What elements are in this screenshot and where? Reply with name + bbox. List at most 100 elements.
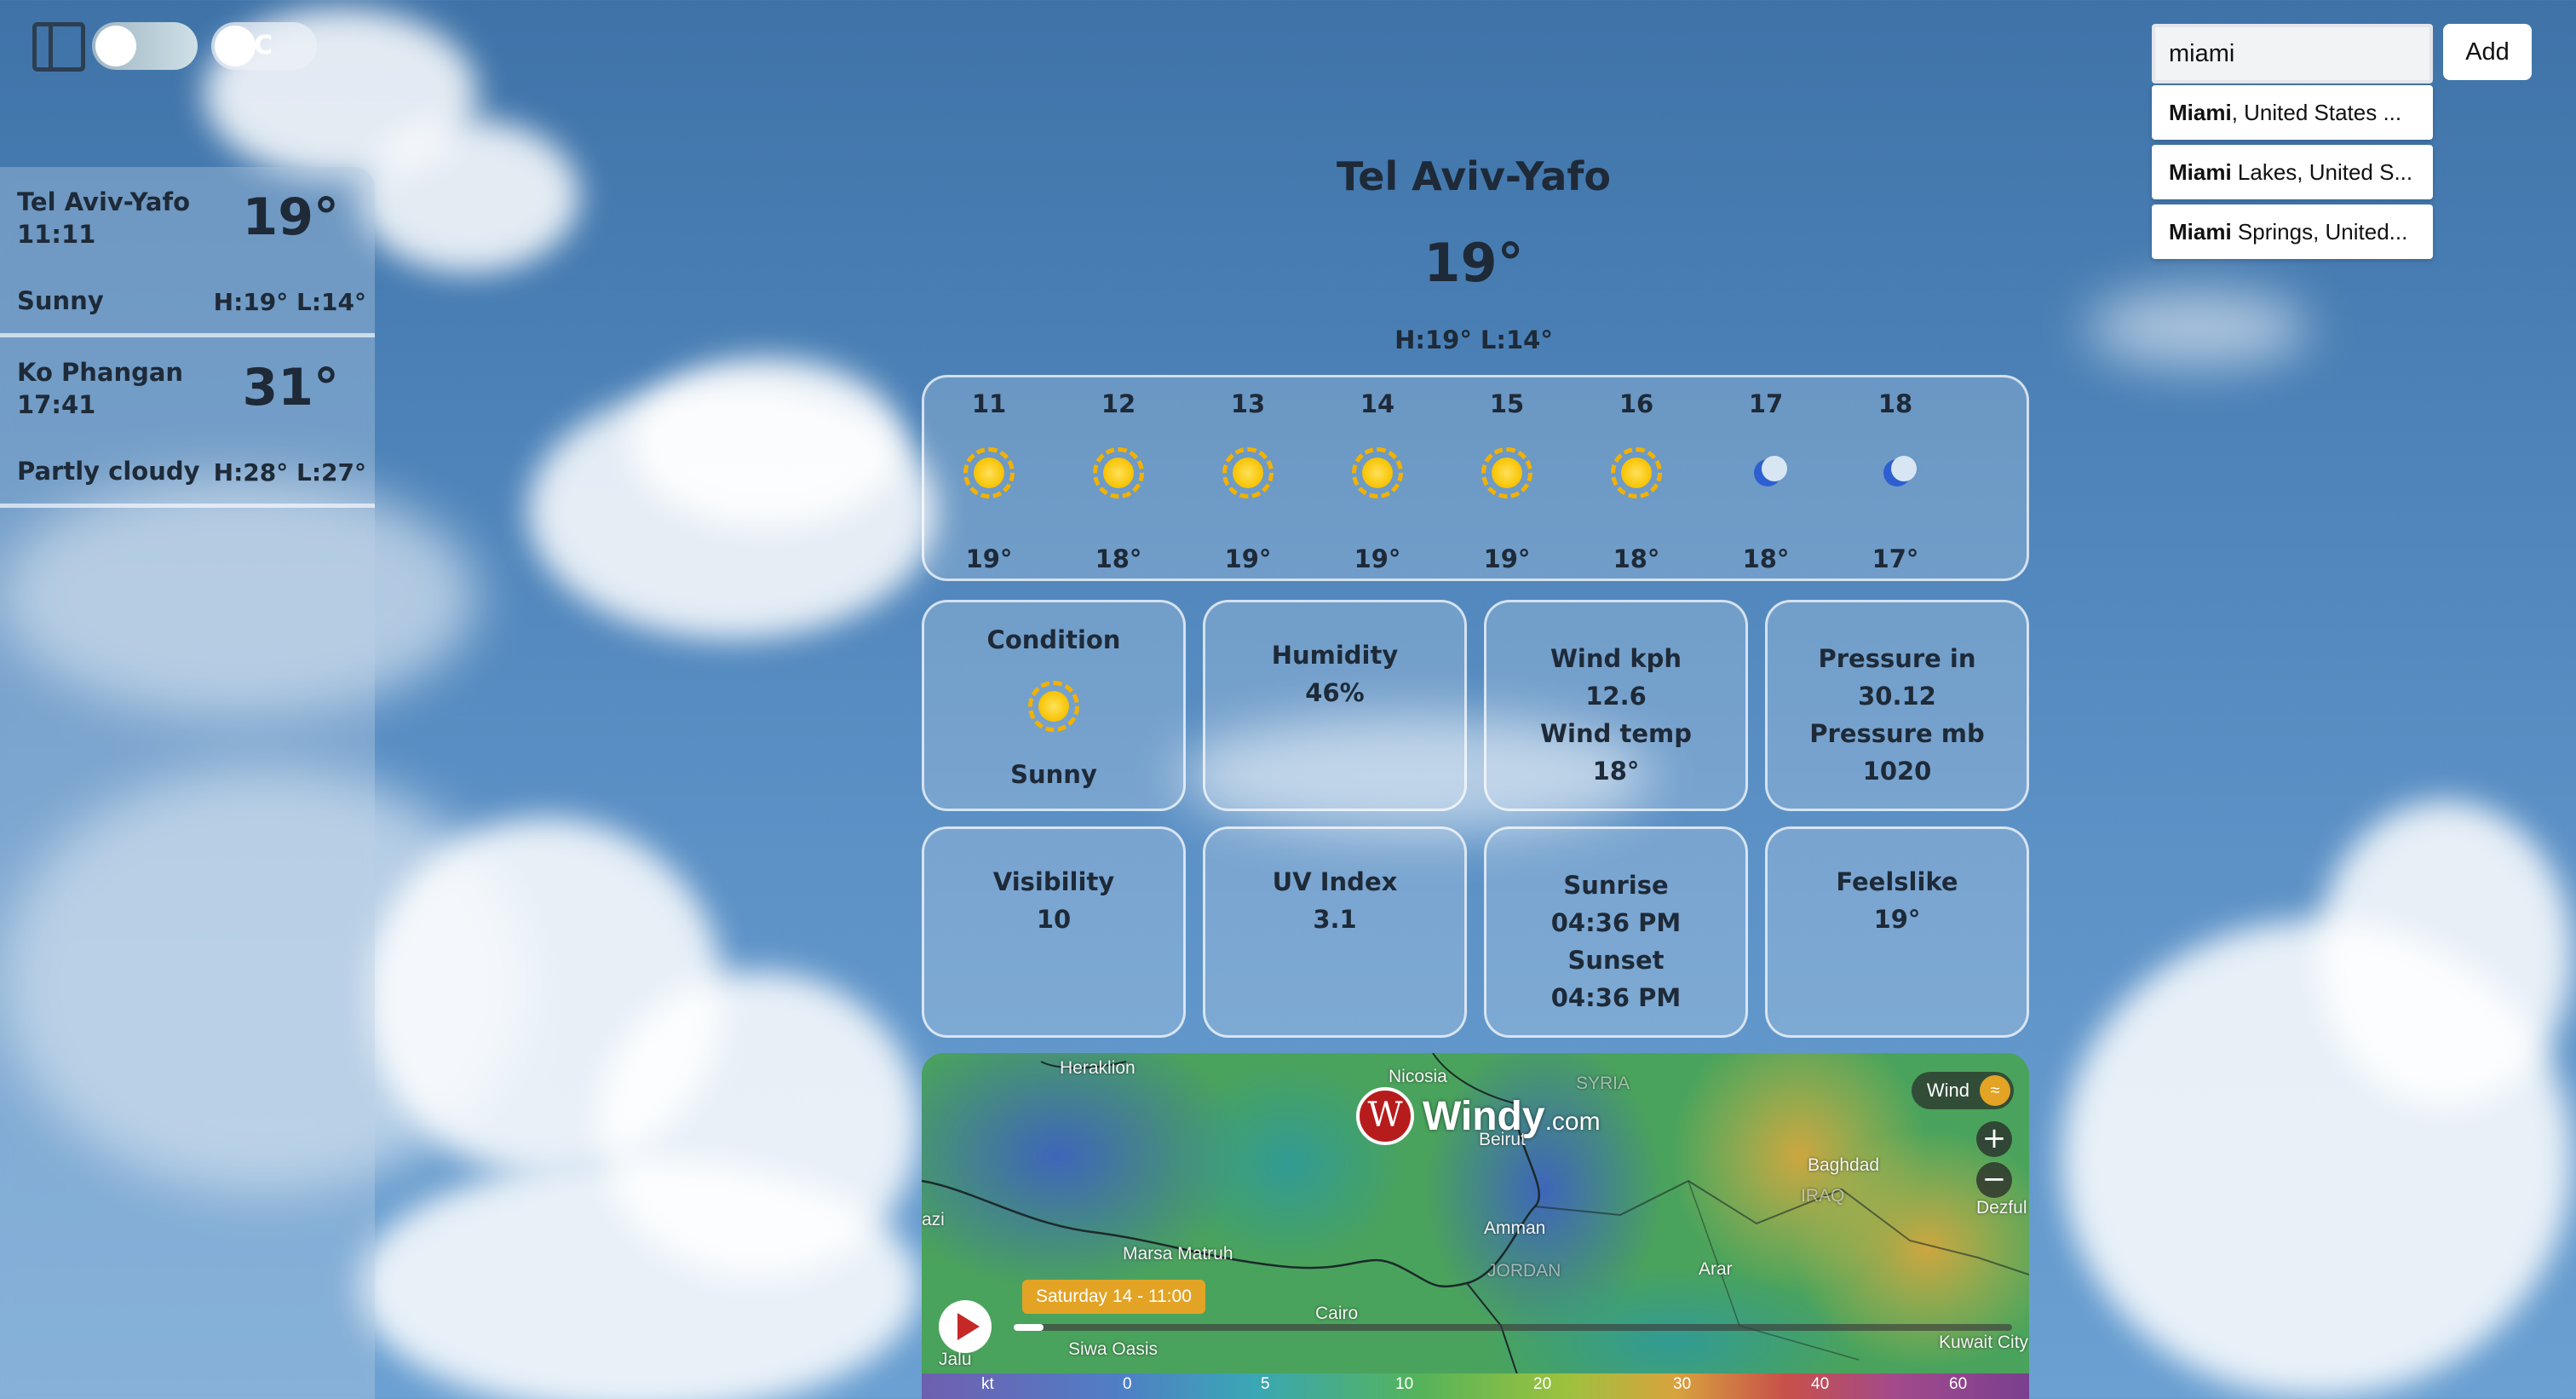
theme-toggle[interactable]: [92, 22, 198, 70]
hour-temp: 19°: [965, 544, 1013, 573]
wind-value: 12.6: [1585, 682, 1647, 711]
city-condition: Sunny: [17, 286, 104, 315]
timeline-progress: [1014, 1324, 1044, 1331]
city-card-ko-phangan[interactable]: Ko Phangan 17:41 31° Partly cloudy H:28°…: [0, 337, 375, 508]
scale-tick: 60: [1949, 1375, 1968, 1393]
map-place-label: Kuwait City: [1939, 1333, 2029, 1352]
hour-label: 16: [1619, 389, 1654, 418]
timeline-slider[interactable]: [1014, 1324, 2012, 1331]
layer-label: Wind: [1926, 1079, 1969, 1101]
hour-item: 14 19°: [1313, 377, 1442, 584]
sun-icon: [1028, 681, 1079, 732]
scale-tick: 30: [1673, 1375, 1692, 1393]
hour-item: 17 18°: [1701, 377, 1831, 584]
sun-icon: [963, 447, 1015, 498]
hour-temp: 19°: [1483, 544, 1531, 573]
map-place-label: Amman: [1484, 1218, 1546, 1238]
visibility-tile: Visibility 10: [922, 826, 1186, 1038]
zoom-in-button[interactable]: +: [1976, 1121, 2012, 1157]
sunset-value: 04:36 PM: [1550, 983, 1682, 1012]
scale-tick: 5: [1261, 1375, 1270, 1393]
sun-icon: [1611, 447, 1662, 498]
sun-icon: [1481, 447, 1532, 498]
hour-label: 14: [1360, 389, 1395, 418]
search-suggestion[interactable]: Miami Springs, United...: [2152, 204, 2433, 259]
sunrise-value: 04:36 PM: [1550, 908, 1682, 937]
city-temp: 19°: [242, 187, 340, 247]
map-place-label: Arar: [1699, 1259, 1733, 1279]
current-city-title: Tel Aviv-Yafo: [1336, 153, 1612, 199]
wind-scale-legend: kt 0 5 10 20 30 40 60: [922, 1373, 2029, 1399]
hour-item: 13 19°: [1183, 377, 1313, 584]
city-high-low: H:19° L:14°: [213, 288, 366, 316]
condition-value: Sunny: [1010, 760, 1097, 789]
moon-icon: [1740, 447, 1791, 498]
visibility-value: 10: [1036, 905, 1072, 934]
hour-item: 18 17°: [1831, 377, 1960, 584]
windy-logo-icon: W: [1356, 1087, 1414, 1145]
current-temp: 19°: [1423, 232, 1524, 294]
map-place-label: Heraklion: [1060, 1058, 1136, 1078]
uv-index-tile: UV Index 3.1: [1203, 826, 1467, 1038]
add-city-button[interactable]: Add: [2443, 24, 2532, 80]
city-name: Ko Phangan: [17, 358, 184, 387]
hour-temp: 17°: [1872, 544, 1919, 573]
sun-icon: [1093, 447, 1144, 498]
hour-label: 18: [1877, 389, 1913, 418]
pressure-in-value: 30.12: [1858, 682, 1936, 711]
map-place-label: azi: [922, 1210, 945, 1229]
feelslike-tile: Feelslike 19°: [1765, 826, 2029, 1038]
uv-index-value: 3.1: [1313, 905, 1357, 934]
condition-tile: Condition Sunny: [922, 600, 1186, 811]
hour-item: 11 19°: [924, 377, 1054, 584]
humidity-value: 46%: [1305, 678, 1365, 707]
timeline-time-label: Saturday 14 - 11:00: [1022, 1280, 1205, 1314]
scale-tick: 20: [1533, 1375, 1552, 1393]
humidity-tile: Humidity 46%: [1203, 600, 1467, 811]
map-place-label: JORDAN: [1487, 1261, 1561, 1281]
pressure-in-label: Pressure in: [1818, 644, 1976, 673]
hour-label: 11: [971, 389, 1007, 418]
saved-cities-sidebar: Tel Aviv-Yafo 11:11 19° Sunny H:19° L:14…: [0, 167, 375, 1399]
scale-unit: kt: [981, 1375, 994, 1393]
pressure-mb-label: Pressure mb: [1809, 719, 1985, 748]
city-search-input[interactable]: [2152, 24, 2433, 83]
map-place-label: Dezful: [1976, 1198, 2027, 1218]
hour-item: 16 18°: [1572, 377, 1701, 584]
visibility-label: Visibility: [992, 867, 1115, 896]
scale-tick: 40: [1811, 1375, 1830, 1393]
unit-toggle[interactable]: C: [211, 22, 317, 70]
play-button[interactable]: [939, 1300, 992, 1353]
hour-item: 12 18°: [1054, 377, 1183, 584]
city-local-time: 11:11: [17, 220, 96, 249]
unit-label: C: [254, 31, 273, 60]
map-place-label: Baghdad: [1808, 1155, 1880, 1175]
hour-label: 15: [1489, 389, 1525, 418]
scale-tick: 10: [1395, 1375, 1414, 1393]
zoom-out-button[interactable]: −: [1976, 1162, 2012, 1198]
hour-temp: 19°: [1354, 544, 1401, 573]
map-place-label: Siwa Oasis: [1068, 1339, 1159, 1359]
windy-logo[interactable]: W Windy.com: [1356, 1087, 1601, 1145]
city-name: Tel Aviv-Yafo: [17, 187, 191, 216]
sidebar-toggle-button[interactable]: [32, 22, 85, 72]
wind-label: Wind kph: [1550, 644, 1682, 673]
humidity-label: Humidity: [1271, 641, 1399, 670]
uv-index-label: UV Index: [1272, 867, 1398, 896]
hour-label: 12: [1101, 389, 1136, 418]
search-suggestion[interactable]: Miami, United States ...: [2152, 85, 2433, 140]
hour-temp: 18°: [1613, 544, 1660, 573]
wind-temp-label: Wind temp: [1540, 719, 1692, 748]
toggle-knob: [215, 26, 256, 66]
map-place-label: Marsa Matruh: [1123, 1244, 1233, 1264]
windy-map[interactable]: Heraklion Nicosia SYRIA Beirut Baghdad I…: [922, 1053, 2029, 1399]
hour-item: 15 19°: [1442, 377, 1572, 584]
sunrise-label: Sunrise: [1563, 871, 1669, 900]
city-card-tel-aviv[interactable]: Tel Aviv-Yafo 11:11 19° Sunny H:19° L:14…: [0, 167, 375, 337]
toggle-knob: [95, 26, 136, 66]
sun-icon: [1352, 447, 1403, 498]
layer-selector[interactable]: Wind ≈: [1911, 1072, 2014, 1109]
sun-icon: [1222, 447, 1274, 498]
search-suggestion[interactable]: Miami Lakes, United S...: [2152, 145, 2433, 199]
hour-label: 17: [1748, 389, 1784, 418]
